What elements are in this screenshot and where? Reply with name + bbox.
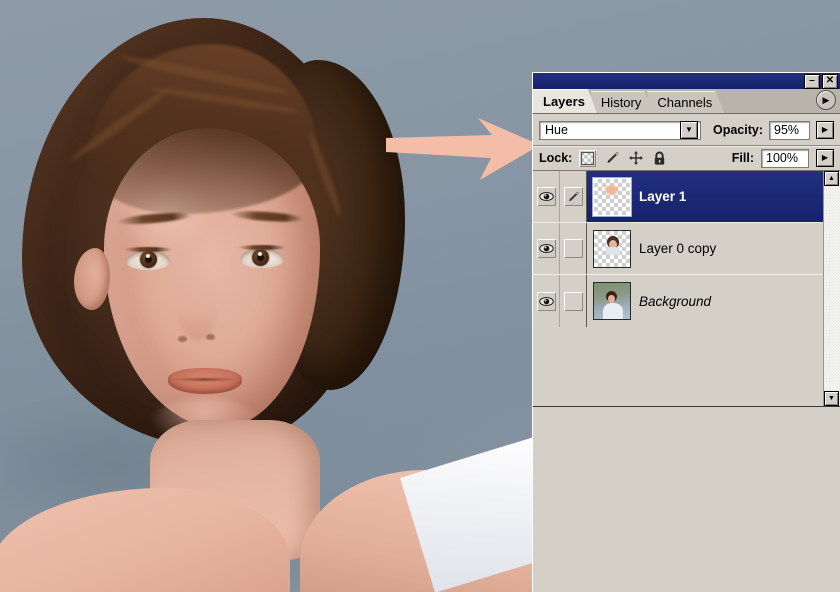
brush-icon [569,191,579,201]
table-row[interactable]: Layer 0 copy [533,223,840,275]
layer-thumbnail[interactable] [592,176,632,217]
layer-name: Background [639,293,712,309]
layer-thumbnail[interactable] [593,282,631,320]
layer-visibility-toggle[interactable] [533,171,560,222]
layers-palette: – ✕ Layers History Channels ▶ Hue ▼ Opac… [532,72,840,592]
palette-menu-icon: ▶ [822,94,830,105]
minimize-icon: – [809,75,815,86]
chevron-up-icon: ▲ [828,175,835,182]
close-icon: ✕ [825,75,835,86]
scroll-down-button[interactable]: ▼ [824,391,839,406]
eye-icon [538,296,554,306]
layer-paint-indicator[interactable] [560,275,587,327]
screenshot-root: – ✕ Layers History Channels ▶ Hue ▼ Opac… [0,0,840,592]
lock-position-icon[interactable] [627,150,644,167]
layer-thumbnail[interactable] [593,229,631,268]
tab-history-label: History [600,95,642,110]
pointer-arrow [386,118,540,180]
palette-menu-button[interactable]: ▶ [816,90,836,110]
layer-visibility-toggle[interactable] [533,223,560,274]
tab-layers[interactable]: Layers [533,89,597,113]
eye-glint-right [258,252,262,256]
opacity-slider-arrow-icon[interactable]: ▶ [816,121,834,139]
eye-icon [538,244,554,253]
eyelid-left [124,247,172,252]
fill-slider-arrow-icon[interactable]: ▶ [816,149,834,167]
lock-transparency-icon[interactable] [579,149,597,167]
lock-label: Lock: [539,151,573,165]
blend-opacity-row: Hue ▼ Opacity: 95% ▶ [533,114,840,143]
layer-name: Layer 0 copy [639,241,717,256]
tab-history[interactable]: History [591,91,653,113]
layer-list-empty-area [533,407,840,592]
table-row[interactable]: Background [533,275,840,327]
lock-image-icon[interactable] [603,150,620,167]
layer-visibility-toggle[interactable] [533,275,560,327]
eye-icon [538,192,554,201]
nose [176,268,218,340]
fill-value: 100% [766,151,798,165]
opacity-input[interactable]: 95% [769,120,810,140]
chevron-down-icon: ▼ [828,395,835,402]
tab-channels[interactable]: Channels [647,91,724,113]
layer-list[interactable]: Layer 1 Layer 0 copy Background ▲ ▼ [533,170,840,407]
eyelid-right [238,245,286,250]
fill-input[interactable]: 100% [761,148,809,168]
palette-titlebar: – ✕ [533,73,840,89]
lips [168,368,242,394]
blend-mode-dropdown[interactable]: Hue ▼ [539,120,701,140]
lip-line [170,378,240,381]
layer-name: Layer 1 [639,189,687,204]
close-button[interactable]: ✕ [822,73,838,89]
opacity-label: Opacity: [713,123,764,137]
lock-row: Lock: Fill: 100% ▶ [533,146,840,170]
lock-all-icon[interactable] [651,150,668,167]
minimize-button[interactable]: – [804,73,820,89]
palette-tabs: Layers History Channels ▶ [533,89,840,114]
layer-list-scrollbar[interactable]: ▲ ▼ [823,171,840,406]
scroll-up-button[interactable]: ▲ [824,171,839,186]
layer-paint-indicator[interactable] [560,171,587,222]
chevron-down-icon[interactable]: ▼ [680,121,698,139]
blend-mode-value: Hue [545,123,568,137]
nostril-right [206,334,215,340]
fill-label: Fill: [731,151,754,165]
opacity-value: 95% [774,123,800,137]
tab-layers-label: Layers [543,94,585,109]
nostril-left [178,336,187,342]
layer-paint-indicator[interactable] [560,223,587,274]
eye-glint-left [146,254,150,258]
tab-channels-label: Channels [657,95,713,110]
table-row[interactable]: Layer 1 [533,171,840,223]
